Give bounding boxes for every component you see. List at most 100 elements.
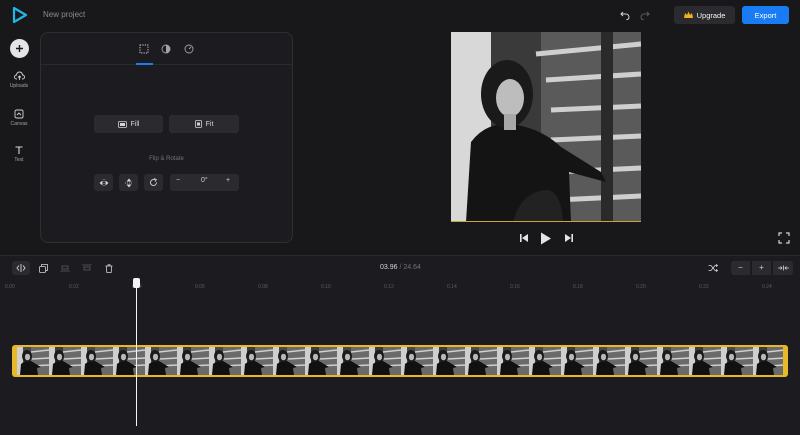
cloud-upload-icon [13, 71, 25, 80]
zoom-in-button[interactable]: + [752, 261, 771, 275]
zoom-fit-button[interactable] [773, 261, 793, 275]
playhead-handle[interactable] [133, 278, 140, 288]
sidebar-item-text[interactable]: Text [0, 145, 38, 163]
play-icon [541, 232, 551, 244]
tab-adjust[interactable] [158, 41, 174, 57]
split-button[interactable] [12, 261, 30, 275]
timeline-toolbar: 03.96 / 24.64 − + [0, 256, 800, 280]
redo-icon[interactable] [640, 10, 650, 20]
clip-thumbnail [529, 347, 561, 375]
clip-thumbnail [209, 347, 241, 375]
add-media-button[interactable] [10, 39, 29, 58]
active-tab-indicator [136, 63, 153, 65]
fullscreen-icon[interactable] [778, 232, 790, 244]
fit-timeline-button[interactable] [704, 261, 722, 275]
project-name[interactable]: New project [43, 10, 85, 19]
play-button[interactable] [538, 230, 554, 246]
tab-speed[interactable] [181, 41, 197, 57]
upgrade-button[interactable]: Upgrade [674, 6, 735, 24]
properties-panel: Fill Fit Flip & Rotate − 0° + [40, 32, 293, 243]
sidebar-item-label: Text [14, 157, 24, 163]
undo-icon[interactable] [620, 10, 630, 20]
flip-vertical-icon [124, 178, 133, 187]
clip-thumbnail [465, 347, 497, 375]
timecode: 03.96 / 24.64 [380, 264, 421, 271]
align-bottom-icon [60, 265, 70, 272]
skip-back-icon [520, 234, 528, 242]
clip-thumbnail [113, 347, 145, 375]
clip-thumbnail [145, 347, 177, 375]
ruler-tick-label: 0.10 [321, 284, 331, 290]
sidebar-item-label: Canvas [10, 121, 28, 127]
align-bottom-button[interactable] [56, 261, 74, 275]
clip-thumbnail [433, 347, 465, 375]
preview-frame-image [451, 32, 641, 221]
rotate-button[interactable] [144, 174, 163, 191]
ruler-tick-label: 0.20 [636, 284, 646, 290]
plus-icon [16, 45, 23, 52]
video-clip-track[interactable] [12, 345, 788, 377]
sidebar-item-canvas[interactable]: Canvas [0, 109, 38, 127]
zoom-out-button[interactable]: − [731, 261, 750, 275]
clip-trim-handle-right[interactable] [783, 345, 788, 377]
flip-horizontal-button[interactable] [94, 174, 113, 191]
time-ruler[interactable]: 0.00 0.02 0.04 0.06 0.08 0.10 0.12 0.14 … [0, 283, 800, 295]
rotate-decrease-button[interactable]: − [176, 177, 180, 184]
export-button[interactable]: Export [742, 6, 789, 24]
clip-thumbnail [369, 347, 401, 375]
ruler-tick-label: 0.14 [447, 284, 457, 290]
clip-thumbnail [17, 347, 49, 375]
clip-thumbnail [497, 347, 529, 375]
time-separator: / [399, 264, 402, 271]
ruler-tick-label: 0.24 [762, 284, 772, 290]
collapse-arrows-icon [777, 265, 789, 271]
clip-thumbnail [241, 347, 273, 375]
flip-rotate-title: Flip & Rotate [149, 156, 184, 162]
ruler-tick-label: 0.08 [258, 284, 268, 290]
clip-thumbnail [81, 347, 113, 375]
ruler-tick-label: 0.12 [384, 284, 394, 290]
skip-back-button[interactable] [516, 230, 532, 246]
speedometer-icon [184, 44, 194, 54]
playhead-line [136, 280, 137, 426]
split-icon [16, 264, 26, 272]
upgrade-label: Upgrade [696, 10, 726, 20]
skip-forward-icon [565, 234, 573, 242]
rotate-increase-button[interactable]: + [226, 177, 230, 184]
skip-forward-button[interactable] [561, 230, 577, 246]
zoom-controls: − + [731, 261, 800, 275]
fill-button[interactable]: Fill [94, 115, 163, 133]
align-top-icon [82, 264, 92, 271]
ruler-tick-label: 0.16 [510, 284, 520, 290]
crown-icon [683, 11, 693, 18]
flip-horizontal-icon [99, 178, 108, 187]
delete-button[interactable] [100, 261, 118, 275]
contrast-icon [161, 44, 171, 54]
rotate-icon [150, 178, 157, 186]
video-preview[interactable] [451, 32, 641, 222]
clip-thumbnail [305, 347, 337, 375]
sidebar-item-uploads[interactable]: Uploads [0, 71, 38, 89]
current-time: 03.96 [380, 264, 398, 271]
clip-trim-handle-left[interactable] [12, 345, 17, 377]
fit-button[interactable]: Fit [169, 115, 239, 133]
align-top-button[interactable] [78, 261, 96, 275]
clip-thumbnail [625, 347, 657, 375]
app-logo-icon[interactable] [12, 7, 28, 23]
duplicate-button[interactable] [34, 261, 52, 275]
clip-thumbnails [17, 347, 785, 375]
sidebar-item-label: Uploads [9, 83, 29, 89]
tab-crop[interactable] [136, 41, 152, 57]
clip-thumbnail [753, 347, 785, 375]
left-sidebar: Uploads Canvas Text [0, 30, 38, 255]
timeline: 03.96 / 24.64 − + 0.00 0.02 0.04 0.06 0.… [0, 255, 800, 435]
clip-thumbnail [593, 347, 625, 375]
total-duration: 24.64 [403, 264, 421, 271]
clip-thumbnail [273, 347, 305, 375]
clip-thumbnail [657, 347, 689, 375]
clip-thumbnail [721, 347, 753, 375]
shuffle-icon [708, 264, 718, 272]
rotation-value[interactable]: 0° [201, 177, 208, 184]
trash-icon [105, 263, 113, 273]
flip-vertical-button[interactable] [119, 174, 138, 191]
